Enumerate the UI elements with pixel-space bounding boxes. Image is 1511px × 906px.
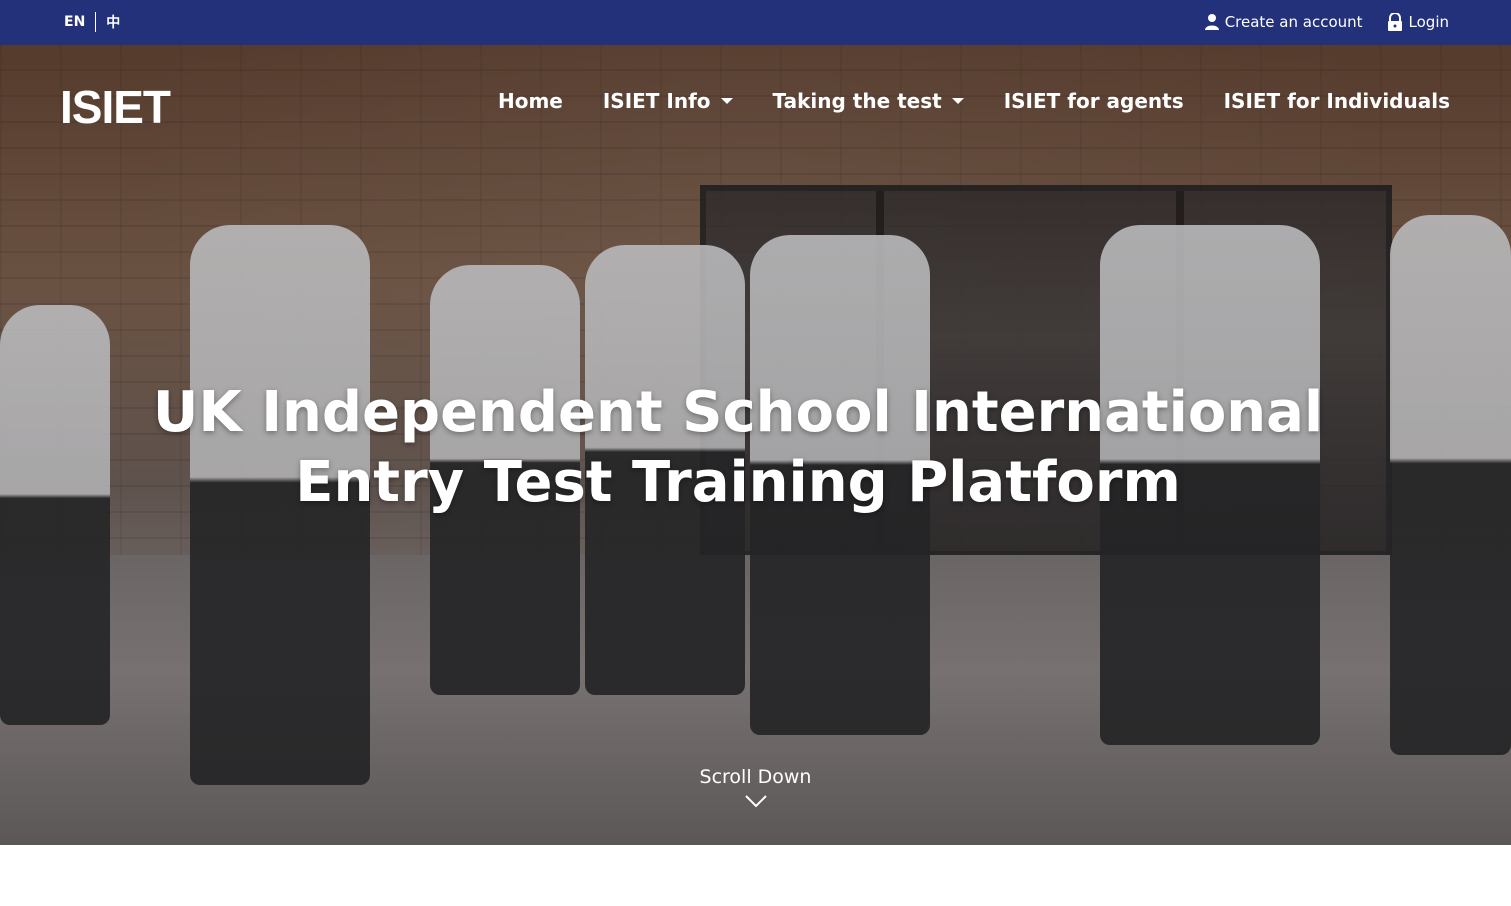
main-navigation: Home ISIET Info Taking the test ISIET fo… <box>458 89 1450 113</box>
create-account-link[interactable]: Create an account <box>1204 13 1363 31</box>
account-links: Create an account Login <box>1204 11 1449 33</box>
nav-isiet-for-agents-label: ISIET for agents <box>1003 89 1184 113</box>
nav-taking-the-test-label: Taking the test <box>772 89 942 113</box>
nav-home[interactable]: Home <box>498 89 563 113</box>
nav-isiet-for-individuals[interactable]: ISIET for Individuals <box>1224 89 1450 113</box>
top-utility-bar: EN 中 Create an account Login <box>0 0 1511 45</box>
language-en[interactable]: EN <box>64 14 85 30</box>
hero-headline: UK Independent School International Entr… <box>120 378 1356 518</box>
nav-isiet-info[interactable]: ISIET Info <box>603 89 733 113</box>
chevron-down-icon <box>744 795 767 808</box>
site-logo[interactable]: ISIET <box>60 80 171 134</box>
nav-home-label: Home <box>497 89 563 113</box>
caret-down-icon <box>720 98 733 104</box>
user-icon <box>1204 14 1219 30</box>
nav-isiet-for-agents[interactable]: ISIET for agents <box>1004 89 1184 113</box>
login-label: Login <box>1408 13 1449 31</box>
nav-isiet-info-label: ISIET Info <box>602 89 711 113</box>
caret-down-icon <box>951 98 964 104</box>
scroll-down-control[interactable]: Scroll Down <box>0 766 1511 808</box>
language-switcher: EN 中 <box>64 12 120 32</box>
hero-headline-line-2: Entry Test Training Platform <box>295 450 1181 515</box>
nav-isiet-for-individuals-label: ISIET for Individuals <box>1223 89 1450 113</box>
language-zh[interactable]: 中 <box>106 12 120 32</box>
login-link[interactable]: Login <box>1387 13 1449 31</box>
lock-icon <box>1387 13 1402 31</box>
language-divider <box>95 12 97 32</box>
scroll-down-label: Scroll Down <box>699 766 812 788</box>
hero-headline-line-1: UK Independent School International <box>152 380 1324 445</box>
nav-taking-the-test[interactable]: Taking the test <box>773 89 964 113</box>
create-account-label: Create an account <box>1224 13 1363 31</box>
